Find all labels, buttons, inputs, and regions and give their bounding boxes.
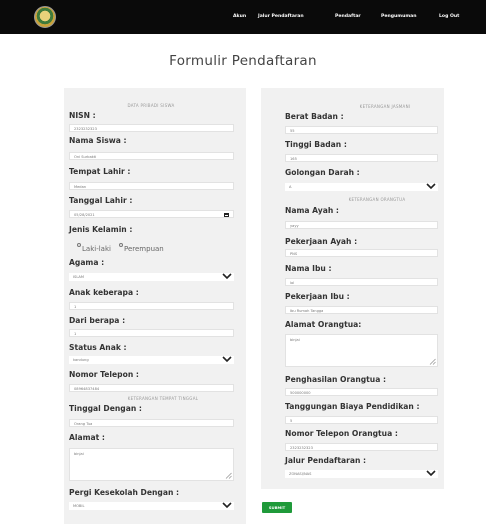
tanggungan-biaya-input[interactable]: 5: [285, 416, 438, 424]
tinggal-dengan-label: Tinggal Dengan :: [69, 404, 142, 413]
nisn-input[interactable]: 2323232323: [69, 124, 234, 132]
nama-ayah-label: Nama Ayah :: [285, 206, 339, 215]
radio-button-icon[interactable]: [119, 243, 123, 247]
tanggal-lahir-input[interactable]: 05/28/2021: [69, 210, 234, 218]
tanggungan-biaya-label: Tanggungan Biaya Pendidikan :: [285, 402, 420, 411]
nama-siswa-label: Nama Siswa :: [69, 136, 127, 145]
penghasilan-orangtua-input[interactable]: 500000000: [285, 388, 438, 396]
section-title-personal: DATA PRIBADI SISWA: [127, 103, 175, 108]
penghasilan-orangtua-label: Penghasilan Orangtua :: [285, 375, 386, 384]
tinggal-dengan-input[interactable]: Orang Tua: [69, 419, 234, 427]
nama-ibu-label: Nama Ibu :: [285, 264, 332, 273]
nisn-label: NISN :: [69, 111, 96, 120]
status-anak-label: Status Anak :: [69, 343, 127, 352]
telepon-orangtua-input[interactable]: 2323232323: [285, 443, 438, 451]
tinggi-badan-label: Tinggi Badan :: [285, 140, 347, 149]
nomor-telepon-input[interactable]: 08964837484: [69, 384, 234, 392]
berat-badan-label: Berat Badan :: [285, 112, 344, 121]
calendar-icon[interactable]: [224, 213, 229, 217]
top-navbar: Akun Jalur Pendaftaran Pendaftar Pengumu…: [0, 0, 486, 34]
dari-berapa-input[interactable]: 1: [69, 329, 234, 337]
nav-link-log-out[interactable]: Log Out: [439, 14, 459, 19]
pekerjaan-ibu-label: Pekerjaan Ibu :: [285, 292, 350, 301]
alamat-orangtua-label: Alamat Orangtua:: [285, 320, 362, 329]
status-anak-select[interactable]: kandung: [69, 356, 234, 364]
pekerjaan-ibu-input[interactable]: Ibu Rumah Tangga: [285, 306, 438, 314]
tempat-lahir-input[interactable]: Medan: [69, 182, 234, 190]
golongan-darah-select[interactable]: A: [285, 183, 438, 191]
page-title: Formulir Pendaftaran: [169, 53, 317, 69]
golongan-darah-label: Golongan Darah :: [285, 168, 360, 177]
pekerjaan-ayah-label: Pekerjaan Ayah :: [285, 237, 358, 246]
anak-keberapa-input[interactable]: 1: [69, 302, 234, 310]
section-title-jasmani: KETERANGAN JASMANI: [359, 104, 411, 109]
berat-badan-input[interactable]: 55: [285, 126, 438, 134]
pergi-kesekolah-label: Pergi Kesekolah Dengan :: [69, 488, 180, 497]
chevron-down-icon: [222, 502, 232, 509]
nomor-telepon-label: Nomor Telepon :: [69, 370, 139, 379]
pergi-kesekolah-select[interactable]: MOBIL: [69, 502, 234, 510]
nav-link-pengumuman[interactable]: Pengumuman: [381, 14, 417, 19]
nama-siswa-input[interactable]: Oni Surbakti: [69, 152, 234, 160]
alamat-orangtua-textarea[interactable]: binjai: [285, 334, 438, 367]
radio-button-icon[interactable]: [77, 243, 81, 247]
telepon-orangtua-label: Nomor Telepon Orangtua :: [285, 429, 398, 438]
pekerjaan-ayah-input[interactable]: PNS: [285, 249, 438, 257]
nav-link-akun[interactable]: Akun: [233, 14, 246, 19]
section-title-tempat-tinggal: KETERANGAN TEMPAT TINGGAL: [127, 396, 199, 401]
nama-ibu-input[interactable]: lol: [285, 278, 438, 286]
section-title-orangtua: KETERANGAN ORANGTUA: [348, 197, 406, 202]
resize-grip-icon[interactable]: [225, 472, 232, 479]
nav-link-pendaftar[interactable]: Pendaftar: [335, 14, 361, 19]
submit-button[interactable]: SUBMIT: [262, 502, 292, 513]
nama-ayah-input[interactable]: yayy: [285, 221, 438, 229]
alamat-label: Alamat :: [69, 433, 105, 442]
resize-grip-icon[interactable]: [429, 358, 436, 365]
radio-laki-laki[interactable]: Laki-laki: [77, 243, 111, 253]
alamat-textarea[interactable]: binjai: [69, 448, 234, 481]
school-logo[interactable]: [34, 6, 56, 28]
agama-select[interactable]: ISLAM: [69, 273, 234, 281]
chevron-down-icon: [426, 183, 436, 190]
dari-berapa-label: Dari berapa :: [69, 316, 126, 325]
anak-keberapa-label: Anak keberapa :: [69, 288, 139, 297]
nav-link-jalur-pendaftaran[interactable]: Jalur Pendaftaran: [258, 14, 304, 19]
agama-label: Agama :: [69, 258, 105, 267]
radio-perempuan[interactable]: Perempuan: [119, 243, 164, 253]
tinggi-badan-input[interactable]: 165: [285, 154, 438, 162]
tempat-lahir-label: Tempat Lahir :: [69, 167, 131, 176]
jenis-kelamin-label: Jenis Kelamin :: [69, 225, 133, 234]
chevron-down-icon: [222, 273, 232, 280]
chevron-down-icon: [426, 470, 436, 477]
jalur-pendaftaran-select[interactable]: ZONASI/NAS: [285, 470, 438, 478]
jalur-pendaftaran-label: Jalur Pendaftaran :: [285, 456, 367, 465]
tanggal-lahir-label: Tanggal Lahir :: [69, 196, 133, 205]
chevron-down-icon: [222, 356, 232, 363]
